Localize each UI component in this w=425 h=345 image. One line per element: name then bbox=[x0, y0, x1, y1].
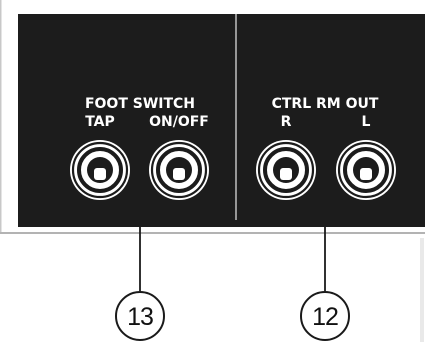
foot-switch-heading: FOOT SWITCH bbox=[85, 96, 195, 112]
tap-jack[interactable] bbox=[70, 140, 130, 200]
callout-13-number: 13 bbox=[127, 303, 153, 331]
callout-12: 12 bbox=[300, 291, 350, 341]
callout-12-number: 12 bbox=[312, 303, 338, 331]
tap-label: TAP bbox=[85, 114, 115, 130]
ctrl-rm-out-heading: CTRL RM OUT bbox=[272, 96, 379, 112]
onoff-jack[interactable] bbox=[149, 140, 209, 200]
callout-13: 13 bbox=[115, 291, 165, 341]
page-edge-mark bbox=[420, 238, 424, 342]
panel-edge bbox=[410, 0, 425, 14]
onoff-label: ON/OFF bbox=[149, 114, 209, 130]
ctrl-rm-out-r-jack[interactable] bbox=[256, 140, 316, 200]
ctrl-rm-out-l-jack[interactable] bbox=[336, 140, 396, 200]
l-label: L bbox=[362, 114, 371, 130]
diagram-canvas: FOOT SWITCH TAP ON/OFF CTRL RM OUT R L 1… bbox=[0, 0, 425, 342]
r-label: R bbox=[281, 114, 292, 130]
